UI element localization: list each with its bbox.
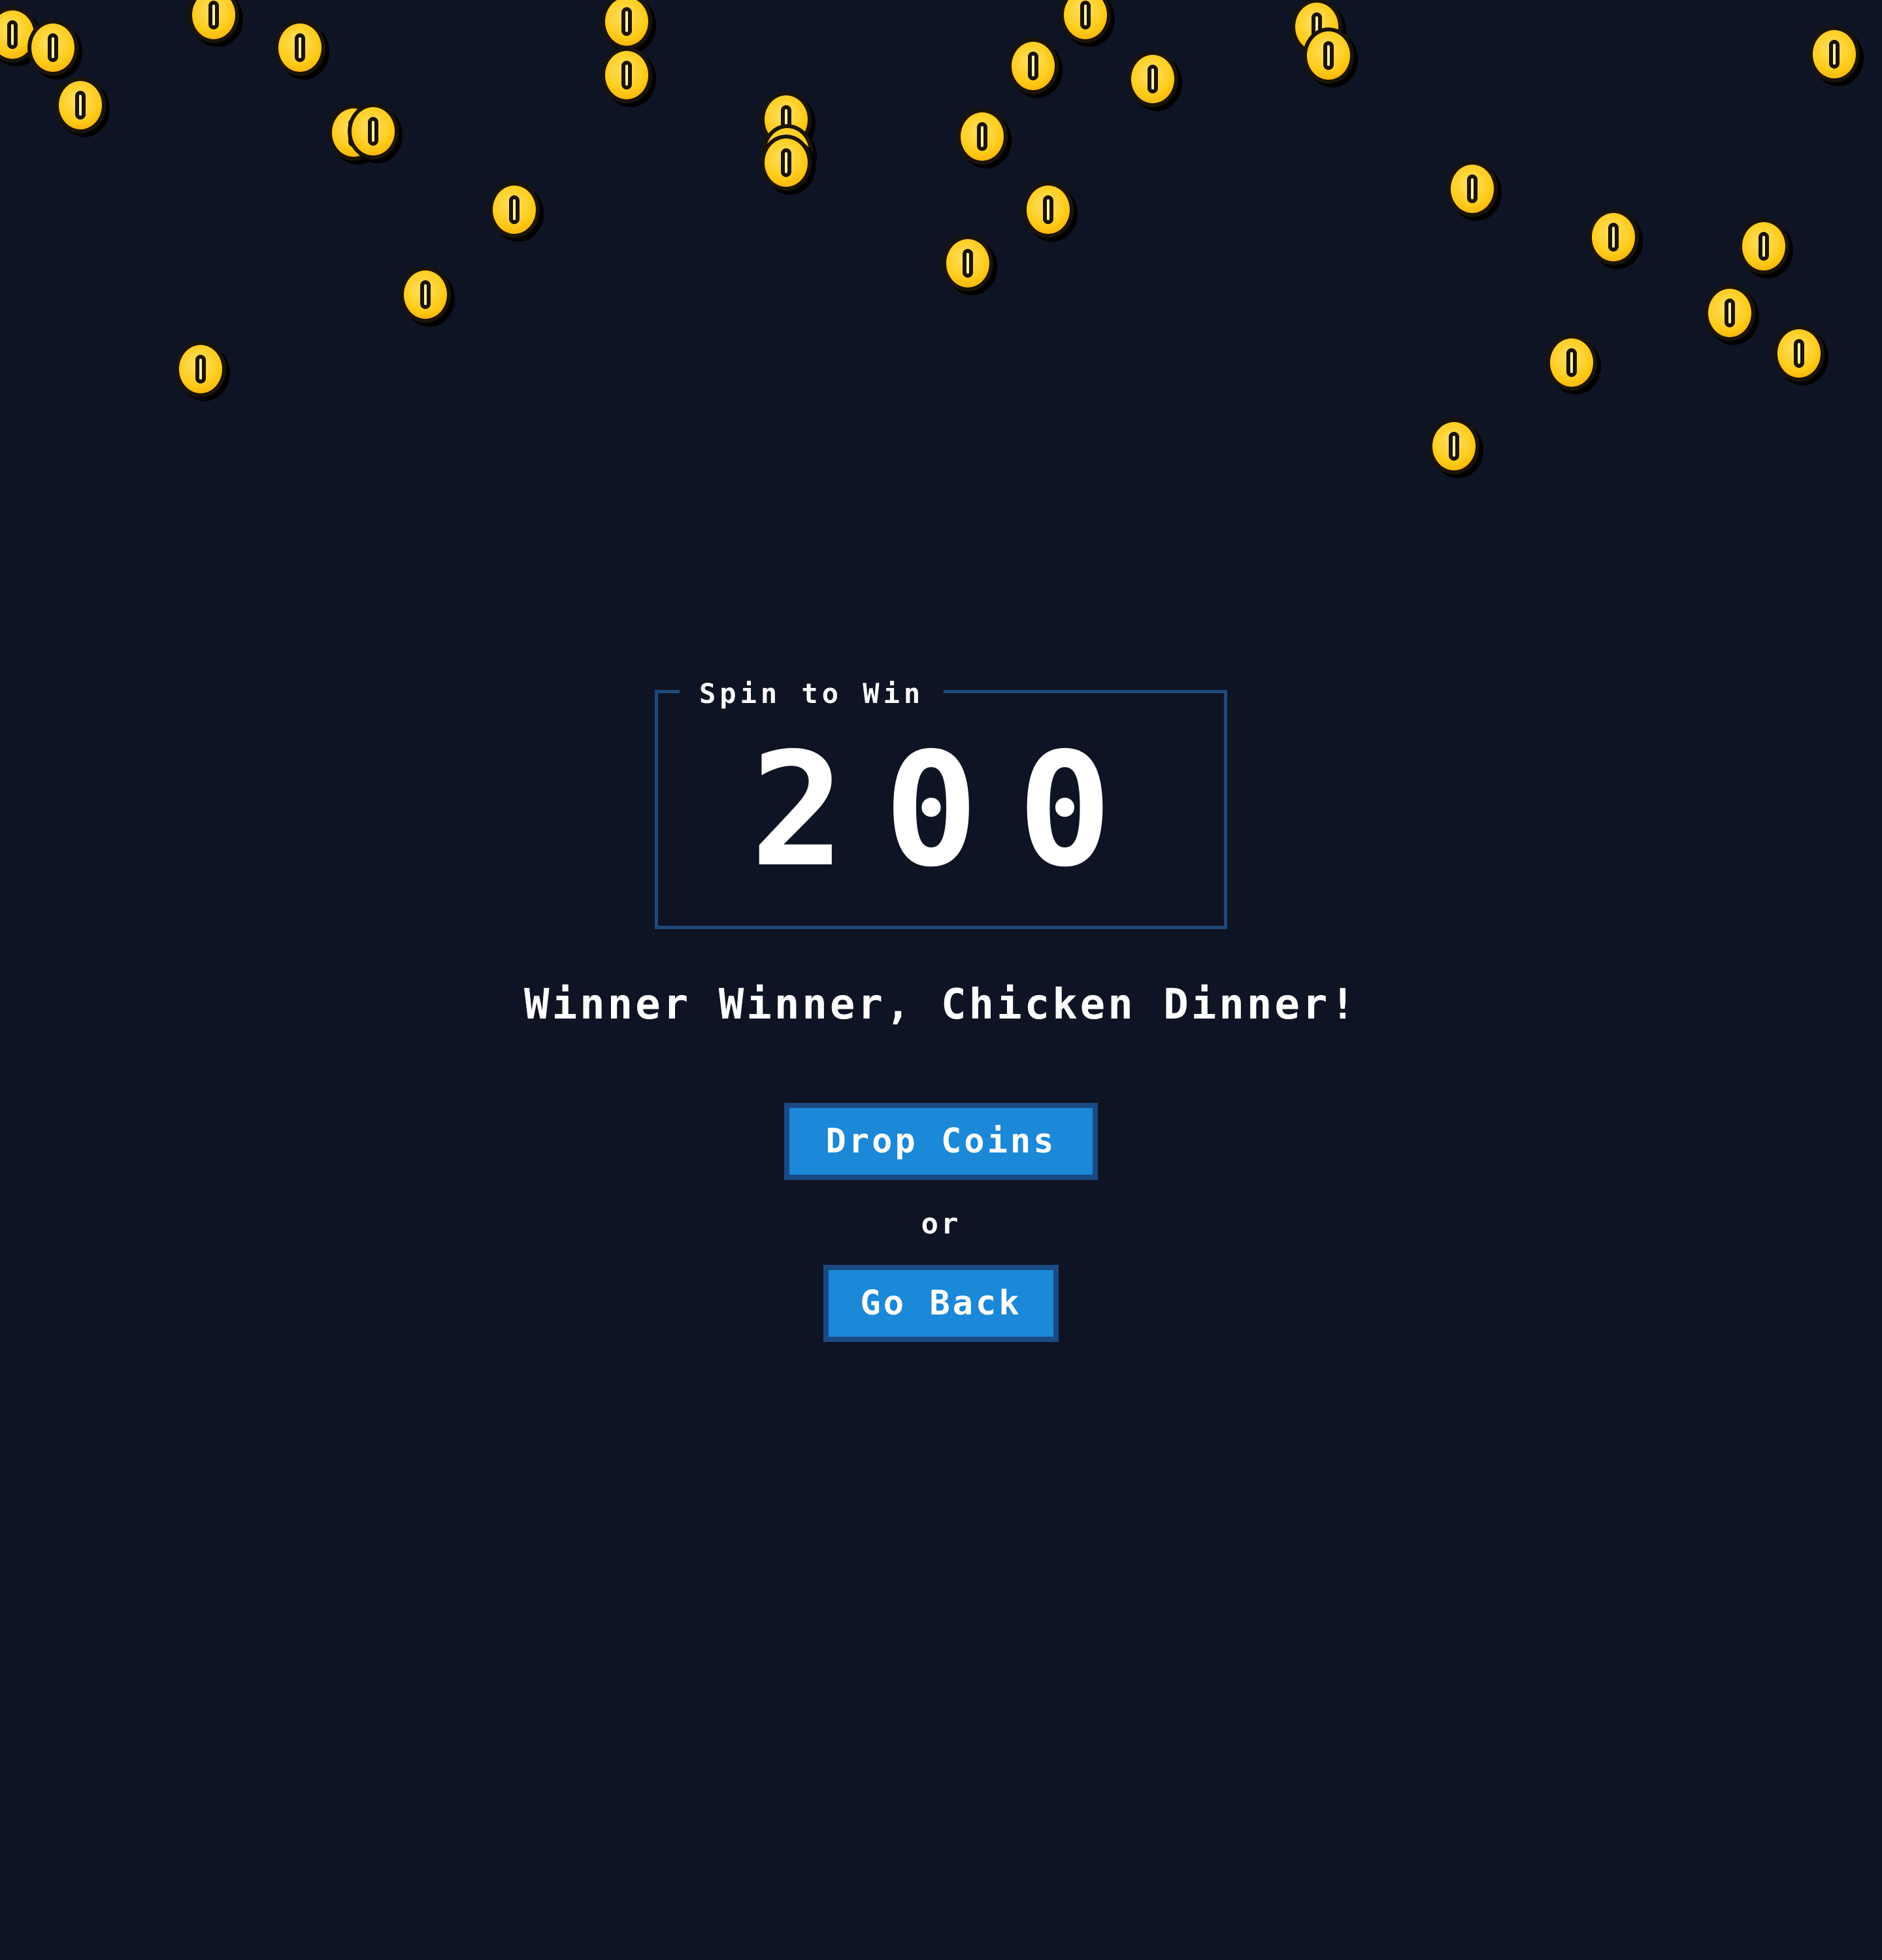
coin-icon xyxy=(1774,325,1824,382)
coin-icon xyxy=(1809,26,1860,82)
coin-icon xyxy=(601,0,652,50)
coin-icon xyxy=(942,235,993,291)
coin-icon xyxy=(1127,51,1178,107)
coin-icon xyxy=(761,91,812,148)
winnings-value: 200 xyxy=(750,719,1151,902)
coin-icon xyxy=(1738,218,1789,274)
coin-icon xyxy=(1023,182,1074,238)
falling-coins xyxy=(0,0,1882,523)
drop-coins-button[interactable]: Drop Coins xyxy=(784,1103,1098,1180)
coin-icon xyxy=(762,124,813,180)
coin-icon xyxy=(489,182,540,238)
coin-icon xyxy=(1447,161,1498,217)
coin-icon xyxy=(1008,38,1059,94)
coin-icon xyxy=(400,267,451,323)
coin-icon xyxy=(1303,27,1354,84)
coin-icon xyxy=(1428,418,1479,474)
spin-to-win-label: Spin to Win xyxy=(680,677,944,711)
or-separator: or xyxy=(921,1207,961,1241)
coin-icon xyxy=(188,0,239,43)
coin-icon xyxy=(1291,0,1342,55)
go-back-button[interactable]: Go Back xyxy=(823,1265,1059,1342)
coin-icon xyxy=(1060,0,1111,43)
coin-icon xyxy=(957,108,1008,165)
coin-icon xyxy=(328,105,379,161)
coin-icon xyxy=(27,20,78,76)
coin-icon xyxy=(601,47,652,103)
coin-icon xyxy=(274,20,325,76)
coin-icon xyxy=(348,103,399,159)
winner-message: Winner Winner, Chicken Dinner! xyxy=(524,981,1358,1029)
coin-icon xyxy=(0,7,38,63)
coin-icon xyxy=(1546,335,1597,391)
coin-icon xyxy=(1588,209,1639,265)
coin-icon xyxy=(1704,285,1755,341)
coin-icon xyxy=(175,341,226,397)
coin-icon xyxy=(55,77,106,133)
coin-icon xyxy=(761,135,812,191)
